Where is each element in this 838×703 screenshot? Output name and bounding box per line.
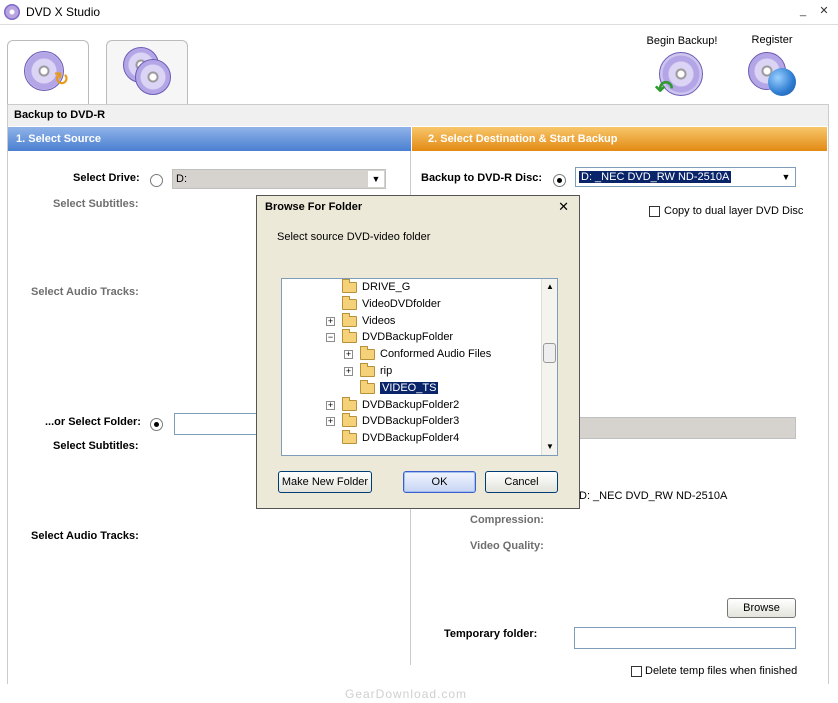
page-title: Backup to DVD-R (14, 109, 106, 121)
close-icon[interactable]: ✕ (816, 3, 832, 19)
tree-item[interactable]: DRIVE_G (282, 279, 540, 297)
delete-temp-checkbox[interactable] (631, 666, 642, 677)
delete-temp-label: Delete temp files when finished (645, 665, 798, 677)
folder-icon (342, 413, 357, 428)
tree-item[interactable]: + Videos (282, 312, 540, 331)
folder-icon (342, 396, 357, 411)
select-subtitles-label-2: Select Subtitles: (53, 440, 139, 452)
green-arrow-icon: ↶ (655, 76, 674, 101)
scroll-down-icon[interactable]: ▼ (543, 440, 557, 454)
tree-item-label: Videos (362, 314, 396, 327)
tree-item[interactable]: DVDBackupFolder4 (282, 430, 540, 448)
destination-disc-value: D: _NEC DVD_RW ND-2510A (579, 171, 732, 183)
disc-icon-2 (135, 59, 171, 95)
folder-tree[interactable]: ▲ ▼ DRIVE_G VideoDVDfolder + Videos − DVDBack… (281, 278, 558, 456)
tree-scrollbar[interactable]: ▲ ▼ (541, 279, 557, 455)
chevron-down-icon[interactable]: ▼ (368, 171, 384, 187)
make-new-folder-button[interactable]: Make New Folder (278, 471, 372, 493)
folder-icon (342, 329, 357, 344)
folder-icon (342, 430, 357, 445)
tree-item[interactable]: + Conformed Audio Files (282, 346, 540, 364)
expand-icon[interactable]: + (326, 316, 335, 326)
tree-item-label: rip (380, 365, 393, 377)
tree-item-label: DVDBackupFolder4 (362, 432, 460, 445)
tree-item[interactable]: VideoDVDfolder (282, 295, 540, 314)
tree-item[interactable]: + DVDBackupFolder2 (282, 396, 540, 415)
tree-item-label: DVDBackupFolder3 (362, 415, 460, 428)
browse-folder-dialog: Browse For Folder ✕ Select source DVD-vi… (256, 195, 580, 509)
tree-item-label: VIDEO_TS (378, 380, 440, 395)
frame-border-right (828, 104, 829, 684)
expand-icon[interactable]: + (344, 367, 353, 376)
chevron-down-icon[interactable]: ▼ (778, 169, 794, 185)
close-icon[interactable]: ✕ (558, 199, 569, 215)
temp-folder-input[interactable] (574, 627, 796, 649)
watermark: GearDownload.com (345, 687, 468, 701)
tree-item-label: DVDBackupFolder (362, 331, 454, 344)
dialog-title: Browse For Folder (265, 201, 363, 213)
globe-icon (768, 68, 796, 96)
select-audio-label-2: Select Audio Tracks: (31, 530, 139, 542)
minimize-icon[interactable]: _ (795, 3, 811, 19)
tab-copy-disc[interactable] (106, 40, 188, 104)
cancel-button[interactable]: Cancel (485, 471, 558, 493)
folder-icon (360, 346, 375, 361)
folder-icon (360, 379, 375, 394)
window-title: DVD X Studio (26, 5, 101, 19)
destination-disc-select[interactable]: D: _NEC DVD_RW ND-2510A ▼ (575, 167, 796, 187)
select-subtitles-label: Select Subtitles: (53, 198, 139, 210)
page-header: Backup to DVD-R (7, 104, 828, 126)
scroll-up-icon[interactable]: ▲ (543, 280, 557, 294)
dialog-title-bar: Browse For Folder ✕ (257, 196, 579, 218)
folder-icon (342, 312, 357, 327)
folder-icon (342, 279, 357, 293)
destination-folder-input[interactable] (575, 417, 796, 439)
backup-to-disc-label: Backup to DVD-R Disc: (421, 172, 543, 184)
disc-info-value: D: _NEC DVD_RW ND-2510A (579, 490, 728, 502)
tree-item[interactable]: + DVDBackupFolder3 (282, 413, 540, 431)
select-drive-label: Select Drive: (73, 172, 140, 184)
register-button[interactable] (748, 50, 800, 100)
folder-icon (342, 295, 357, 310)
temp-folder-label: Temporary folder: (444, 628, 538, 640)
begin-backup-label: Begin Backup! (646, 35, 718, 47)
tree-item-label: VideoDVDfolder (362, 297, 441, 310)
tree-item-label: Conformed Audio Files (380, 348, 492, 361)
select-folder-radio[interactable] (150, 418, 163, 431)
title-bar: DVD X Studio _ ✕ (0, 0, 838, 25)
tree-item[interactable]: + rip (282, 363, 540, 381)
drive-select-value: D: (176, 173, 187, 185)
video-quality-label: Video Quality: (470, 540, 544, 552)
collapse-icon[interactable]: − (326, 333, 335, 343)
browse-button[interactable]: Browse (727, 598, 796, 618)
expand-icon[interactable]: + (344, 350, 353, 360)
select-audio-label: Select Audio Tracks: (31, 286, 139, 298)
tree-item-label: DVDBackupFolder2 (362, 398, 460, 411)
dual-layer-checkbox[interactable] (649, 206, 660, 217)
destination-section-header: 2. Select Destination & Start Backup (412, 127, 827, 151)
source-section-header: 1. Select Source (8, 127, 411, 151)
backup-to-disc-radio[interactable] (553, 174, 566, 187)
select-drive-radio[interactable] (150, 174, 163, 187)
source-folder-input[interactable] (174, 413, 258, 435)
tab-backup-disc[interactable]: ↻ (7, 40, 89, 104)
expand-icon[interactable]: + (326, 400, 335, 410)
or-select-folder-label: ...or Select Folder: (45, 416, 141, 428)
scroll-thumb[interactable] (543, 343, 556, 363)
begin-backup-button[interactable]: ↶ (655, 50, 705, 101)
arrow-icon: ↻ (54, 69, 70, 89)
ok-button[interactable]: OK (403, 471, 476, 493)
tree-item[interactable]: VIDEO_TS (282, 379, 540, 398)
tree-item[interactable]: − DVDBackupFolder (282, 329, 540, 347)
frame-border-left (7, 104, 8, 684)
compression-label: Compression: (470, 514, 544, 526)
folder-icon (360, 363, 375, 377)
dialog-prompt: Select source DVD-video folder (277, 231, 431, 243)
register-label: Register (751, 34, 793, 46)
expand-icon[interactable]: + (326, 417, 335, 427)
dvd-app-icon (4, 4, 20, 20)
tree-item-label: DRIVE_G (362, 281, 411, 293)
dual-layer-label: Copy to dual layer DVD Disc (664, 205, 804, 217)
drive-select[interactable]: D: ▼ (172, 169, 386, 189)
